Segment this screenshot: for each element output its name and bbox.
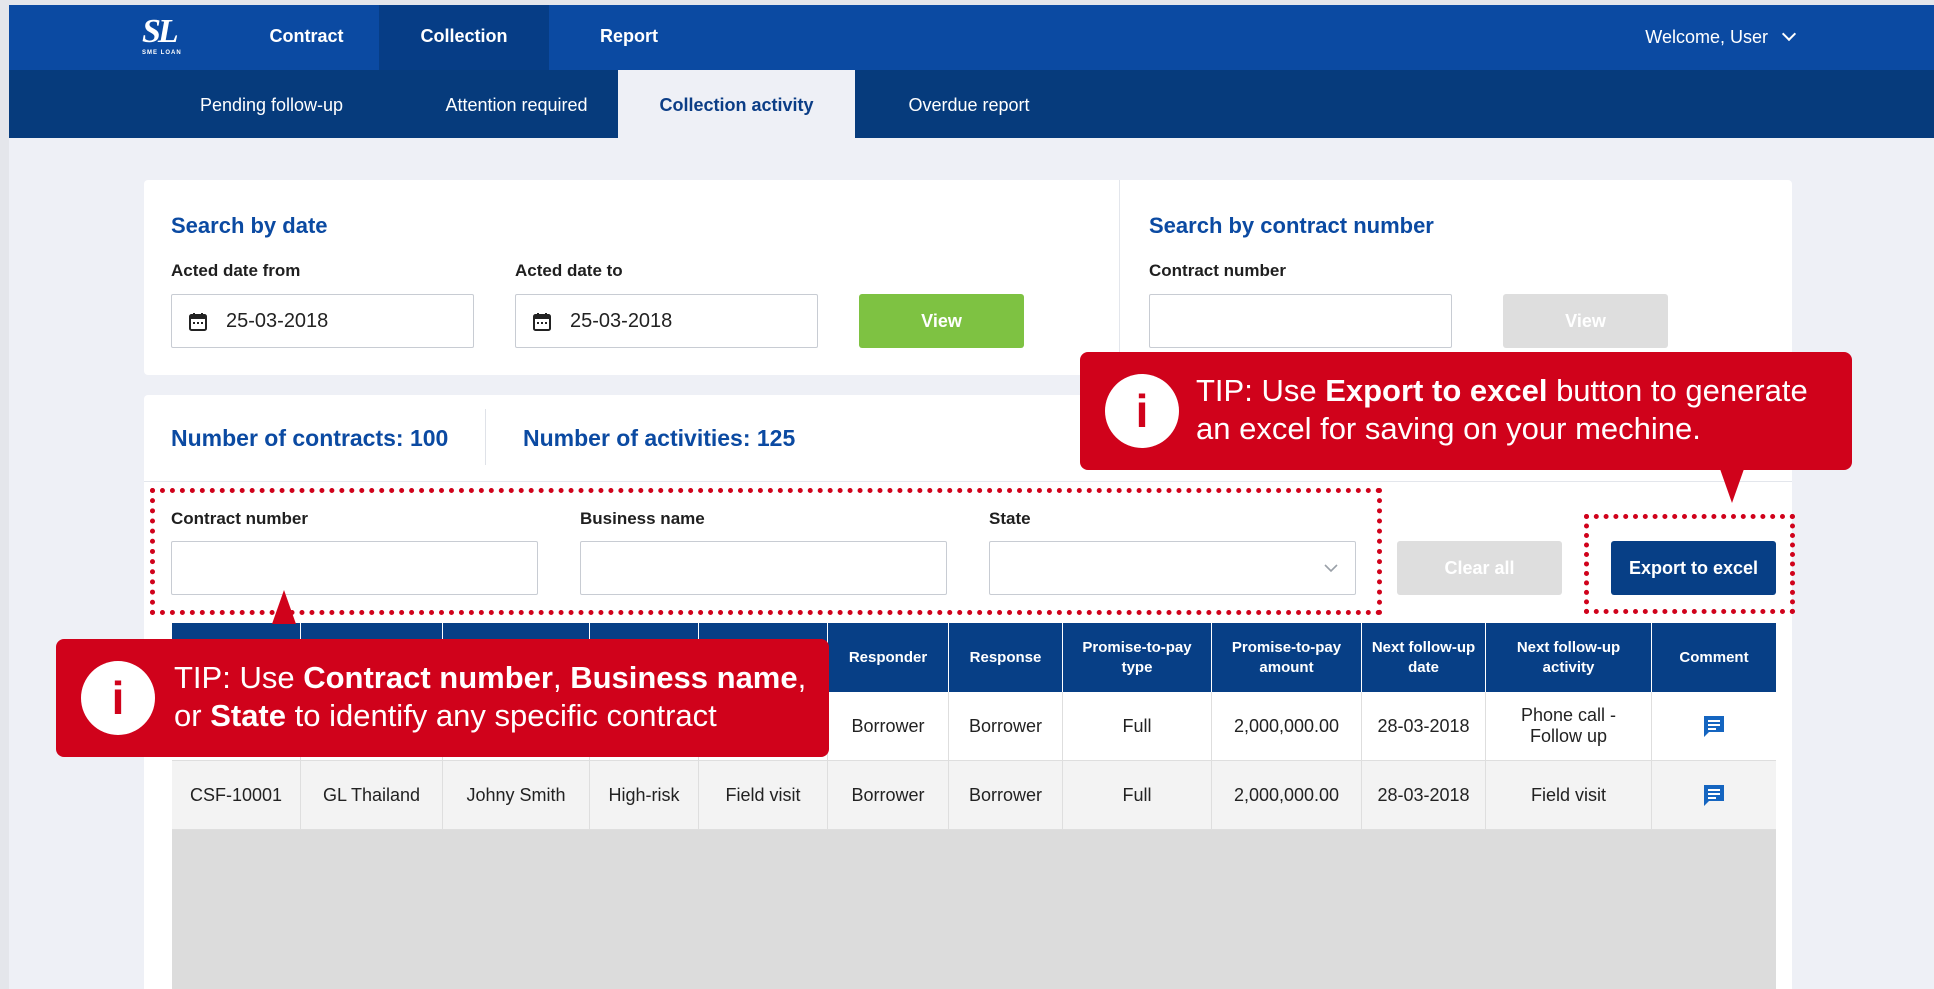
number-of-contracts: Number of contracts: 100: [171, 425, 449, 451]
filters-highlight: [150, 488, 1382, 615]
view-by-contract-button[interactable]: View: [1503, 294, 1668, 348]
results-divider: [144, 481, 1792, 482]
tip-export-text: TIP: Use Export to excel button to gener…: [1196, 373, 1808, 446]
info-icon: i: [1105, 374, 1179, 448]
tip-export-pointer: [1720, 469, 1744, 503]
cell-activity: Field visit: [699, 761, 828, 830]
search-by-date-title: Search by date: [171, 213, 328, 238]
cell-responder: Borrower: [828, 761, 949, 830]
welcome-text: Welcome, User: [1645, 27, 1768, 47]
sub-nav: Pending follow-up Attention required Col…: [9, 70, 1934, 138]
nav-tab-collection[interactable]: Collection: [379, 5, 549, 70]
col-header-comment: Comment: [1679, 648, 1749, 666]
subtab-pending-follow-up[interactable]: Pending follow-up: [169, 70, 374, 138]
acted-date-to-label: Acted date to: [515, 261, 623, 280]
contract-number-search-input[interactable]: [1149, 294, 1452, 348]
search-by-contract-title: Search by contract number: [1149, 213, 1434, 238]
chevron-down-icon: [1781, 26, 1797, 42]
info-icon: i: [81, 661, 155, 735]
calendar-icon: [189, 313, 207, 331]
acted-date-from-input[interactable]: 25-03-2018: [171, 294, 474, 348]
col-header-promise-type: Promise-to-pay type: [1063, 623, 1212, 692]
cell-next-date: 28-03-2018: [1362, 761, 1486, 830]
clear-all-button[interactable]: Clear all: [1397, 541, 1562, 595]
cell-next-date: 28-03-2018: [1362, 692, 1486, 761]
table-empty-area: [172, 830, 1776, 989]
calendar-icon: [533, 313, 551, 331]
tip-filter: i TIP: Use Contract number, Business nam…: [56, 639, 829, 757]
comment-icon[interactable]: [1701, 713, 1727, 739]
view-by-date-button[interactable]: View: [859, 294, 1024, 348]
logo-subtitle: SME LOAN: [142, 50, 182, 56]
comment-icon[interactable]: [1701, 782, 1727, 808]
acted-date-from-value: 25-03-2018: [226, 310, 329, 332]
subtab-attention-required[interactable]: Attention required: [414, 70, 619, 138]
cell-next-activity: Field visit: [1486, 761, 1652, 830]
cell-comment: [1652, 692, 1776, 761]
nav-tab-report[interactable]: Report: [549, 5, 709, 70]
col-header-next-activity: Next follow-up activity: [1486, 623, 1652, 692]
subtab-overdue-report[interactable]: Overdue report: [869, 70, 1069, 138]
user-menu[interactable]: Welcome, User: [1645, 5, 1797, 70]
tip-filter-text: TIP: Use Contract number, Business name,…: [174, 660, 807, 733]
col-header-promise-amount: Promise-to-pay amount: [1212, 623, 1362, 692]
cell-promise-amount: 2,000,000.00: [1212, 761, 1362, 830]
col-header-response: Response: [949, 623, 1063, 692]
col-header-responder: Responder: [828, 623, 949, 692]
search-card: Search by date Acted date from 25-03-201…: [144, 180, 1792, 375]
export-highlight: [1584, 514, 1795, 614]
cell-response: Borrower: [949, 761, 1063, 830]
cell-business-name: GL Thailand: [301, 761, 443, 830]
contract-number-search-label: Contract number: [1149, 261, 1286, 280]
acted-date-from-label: Acted date from: [171, 261, 301, 280]
cell-response: Borrower: [949, 692, 1063, 761]
top-nav: SL SME LOAN Contract Collection Report W…: [9, 5, 1934, 70]
cell-contract: High-risk: [590, 761, 699, 830]
acted-date-to-input[interactable]: 25-03-2018: [515, 294, 818, 348]
table-row[interactable]: CSF-10001 GL Thailand Johny Smith High-r…: [172, 761, 1776, 830]
number-of-activities: Number of activities: 125: [523, 425, 796, 451]
cell-promise-amount: 2,000,000.00: [1212, 692, 1362, 761]
nav-tab-contract[interactable]: Contract: [219, 5, 394, 70]
stat-separator: [485, 409, 486, 465]
cell-promise-type: Full: [1063, 692, 1212, 761]
cell-responder: Borrower: [828, 692, 949, 761]
cell-contract-number: CSF-10001: [172, 761, 301, 830]
col-header-next-date: Next follow-up date: [1362, 623, 1486, 692]
tip-export: i TIP: Use Export to excel button to gen…: [1080, 352, 1852, 470]
cell-next-activity: Phone call - Follow up: [1486, 692, 1652, 761]
tip-filter-pointer: [272, 590, 296, 624]
logo-mark: SL: [142, 13, 179, 50]
subtab-collection-activity[interactable]: Collection activity: [618, 70, 855, 138]
card-divider: [1119, 180, 1120, 375]
cell-name: Johny Smith: [443, 761, 590, 830]
sme-loan-logo[interactable]: SL SME LOAN: [142, 15, 198, 61]
acted-date-to-value: 25-03-2018: [570, 310, 673, 332]
cell-comment: [1652, 761, 1776, 830]
app-page: SL SME LOAN Contract Collection Report W…: [9, 5, 1934, 989]
cell-promise-type: Full: [1063, 761, 1212, 830]
